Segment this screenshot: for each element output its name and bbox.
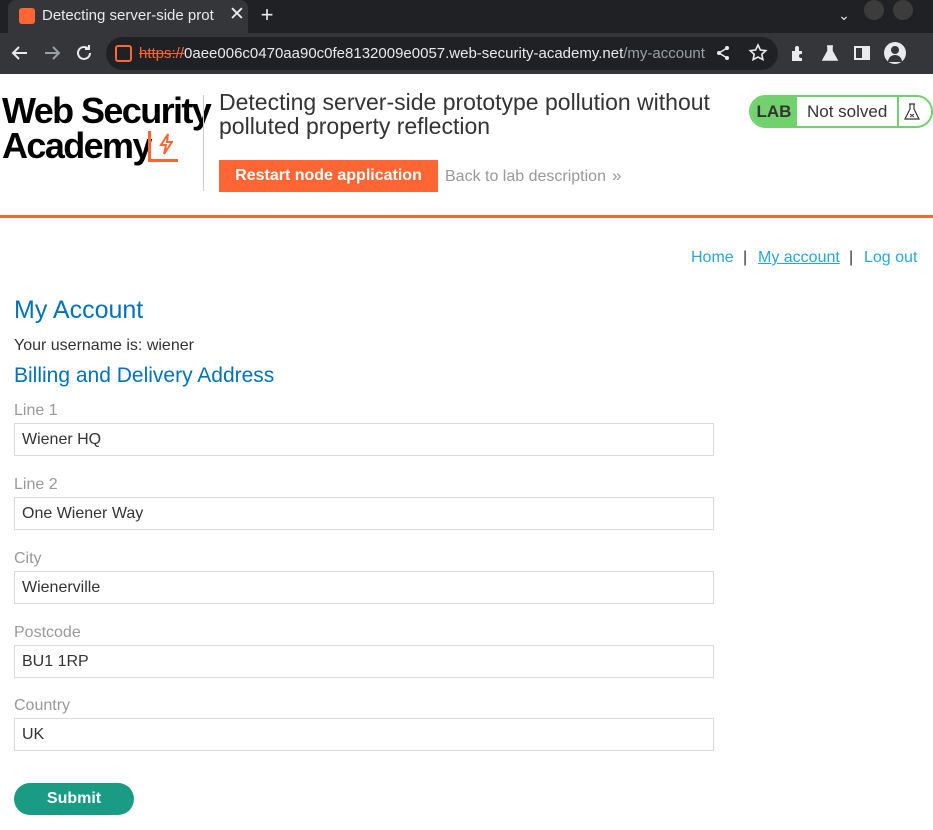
reload-icon[interactable]	[72, 41, 96, 65]
web-security-academy-logo[interactable]: Web Security Academy	[2, 93, 212, 171]
username-text: Your username is: wiener	[14, 337, 194, 354]
avatar-head-shape	[891, 46, 899, 54]
line2-label: Line 2	[14, 476, 58, 493]
back-to-lab-description-link[interactable]: Back to lab description »	[445, 166, 621, 186]
back-arrow-icon[interactable]	[8, 41, 32, 65]
postcode-input[interactable]: BU1 1RP	[14, 645, 714, 678]
back-link-label: Back to lab description	[445, 168, 606, 185]
nav-my-account-link[interactable]: My account	[758, 249, 840, 267]
city-label: City	[14, 550, 42, 567]
lab-status-badge: LAB Not solved	[749, 95, 933, 128]
lab-badge-tag: LAB	[751, 97, 797, 126]
window-minimize-button[interactable]	[864, 0, 884, 20]
flask-icon	[904, 103, 920, 120]
tab-title: Detecting server-side prot	[42, 7, 214, 24]
restart-node-application-button[interactable]: Restart node application	[219, 160, 438, 192]
window-maximize-button[interactable]	[893, 0, 913, 20]
line2-input[interactable]: One Wiener Way	[14, 497, 714, 530]
url-host: 0aee006c0470aa90c0fe8132009e0057.web-sec…	[184, 45, 624, 62]
header-rule	[0, 215, 933, 218]
profile-avatar-icon[interactable]	[884, 42, 906, 64]
star-icon[interactable]	[746, 41, 770, 65]
close-tab-icon[interactable]: ✕	[226, 3, 248, 27]
nav-separator: |	[849, 249, 854, 266]
lab-favicon-icon	[19, 8, 35, 24]
share-icon[interactable]	[711, 41, 735, 65]
new-tab-button[interactable]: +	[256, 2, 278, 28]
avatar-body-shape	[888, 55, 902, 62]
browser-tab-strip: Detecting server-side prot ✕ + ⌄	[0, 0, 933, 33]
side-panel-icon[interactable]	[850, 41, 874, 65]
line1-label: Line 1	[14, 402, 58, 419]
country-label: Country	[14, 697, 71, 714]
tab-search-icon[interactable]: ⌄	[832, 3, 856, 27]
url-scheme: https://	[139, 45, 185, 62]
extensions-icon[interactable]	[786, 41, 810, 65]
url-path: /my-account	[623, 45, 705, 62]
site-info-icon[interactable]	[115, 45, 132, 62]
labs-flask-icon[interactable]	[818, 41, 842, 65]
city-input[interactable]: Wienerville	[14, 571, 714, 604]
lab-badge-separator	[897, 97, 899, 126]
country-input[interactable]: UK	[14, 718, 714, 751]
lab-title: Detecting server-side prototype pollutio…	[219, 89, 710, 139]
page-title: My Account	[14, 296, 144, 324]
browser-toolbar: https://0aee006c0470aa90c0fe8132009e0057…	[0, 33, 933, 74]
address-bar[interactable]: https://0aee006c0470aa90c0fe8132009e0057…	[106, 37, 778, 70]
nav-separator: |	[743, 249, 748, 266]
browser-tab[interactable]: Detecting server-side prot ✕	[8, 0, 248, 33]
logo-line-1: Web Security	[2, 90, 212, 131]
nav-home-link[interactable]: Home	[691, 249, 734, 267]
double-chevron-right-icon: »	[611, 166, 622, 185]
line1-input[interactable]: Wiener HQ	[14, 423, 714, 456]
lab-status-text: Not solved	[807, 102, 888, 121]
address-section-heading: Billing and Delivery Address	[14, 364, 275, 387]
header-divider	[203, 95, 204, 191]
logo-line-2: Academy	[2, 125, 152, 166]
submit-button[interactable]: Submit	[14, 783, 134, 815]
logo-bolt-icon	[159, 133, 174, 160]
nav-log-out-link[interactable]: Log out	[864, 249, 917, 267]
forward-arrow-icon[interactable]	[40, 41, 64, 65]
logo-bracket-icon	[148, 131, 178, 162]
postcode-label: Postcode	[14, 624, 81, 641]
url-text[interactable]: https://0aee006c0470aa90c0fe8132009e0057…	[139, 45, 705, 62]
